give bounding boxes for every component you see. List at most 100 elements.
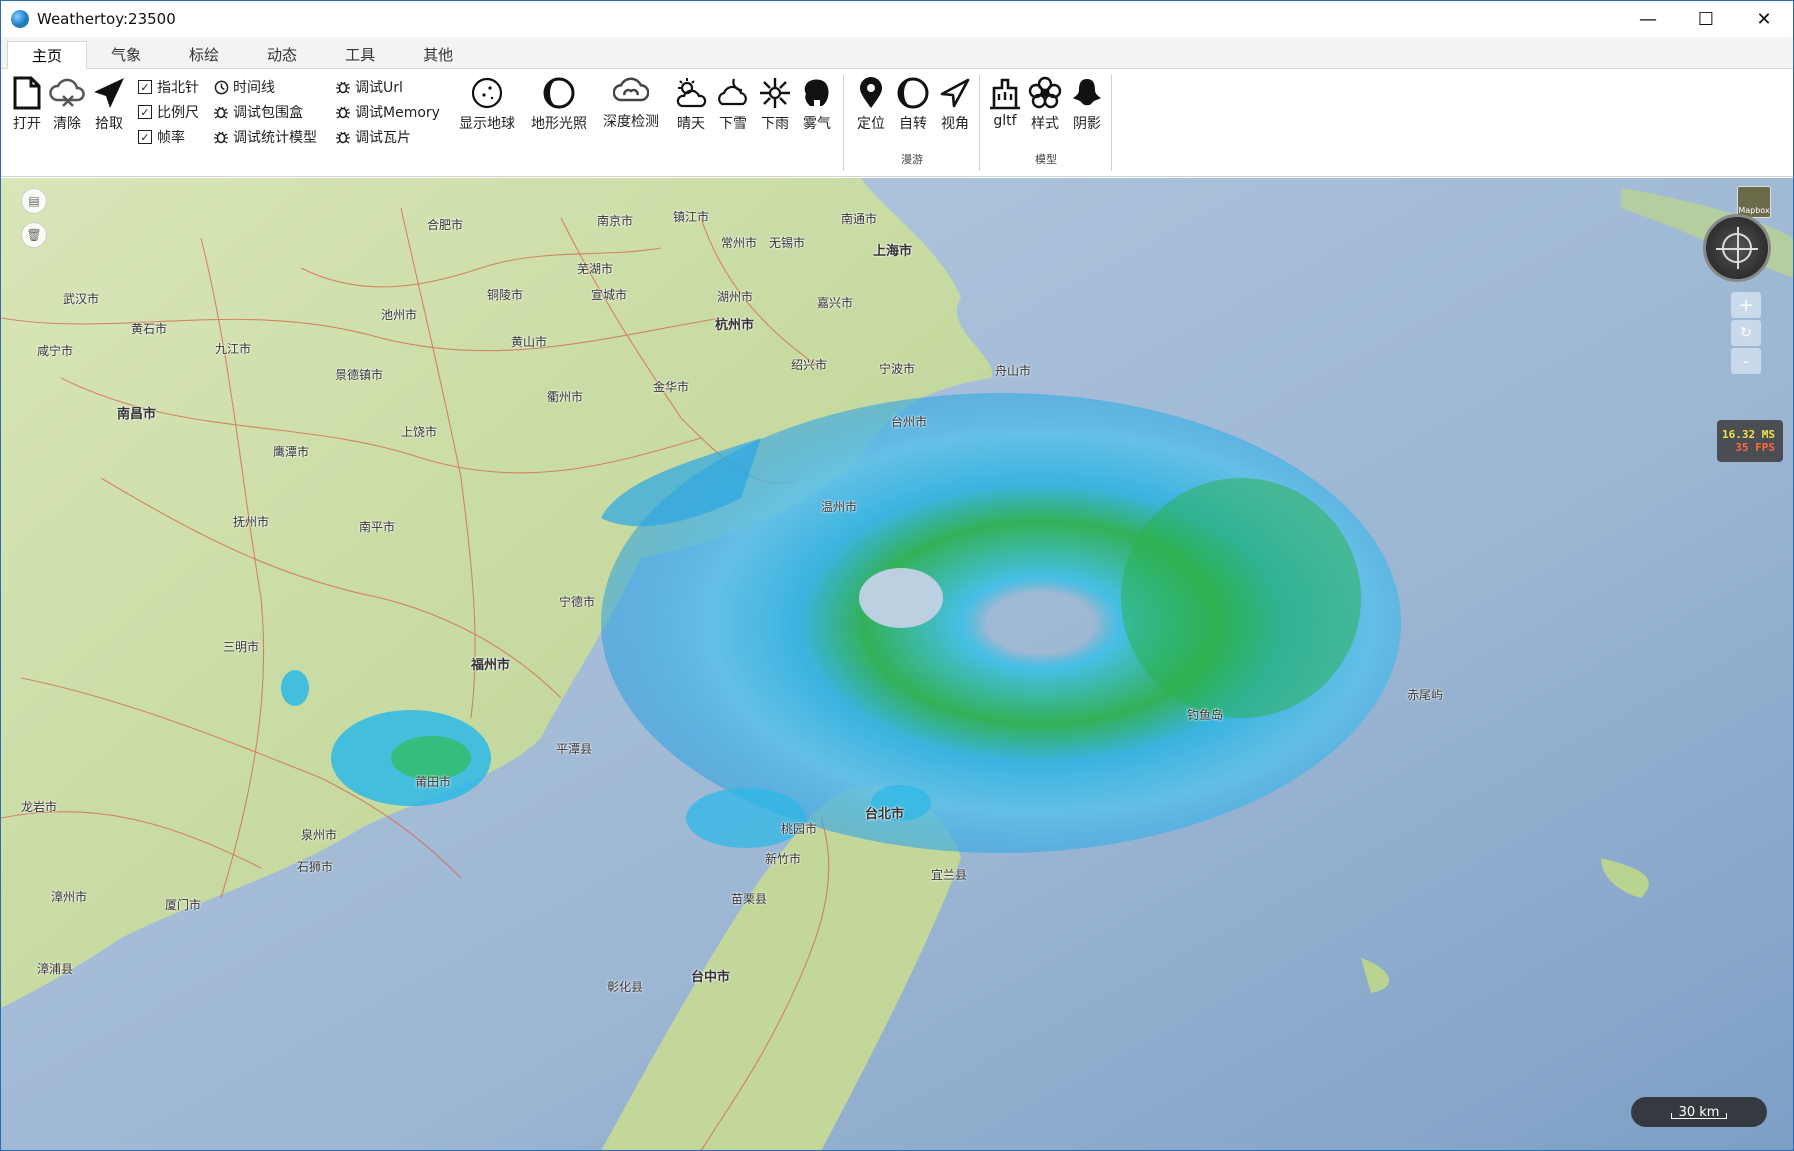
city-label: 钓鱼岛 — [1187, 708, 1224, 722]
gltf-button[interactable]: gltf — [987, 75, 1023, 129]
trash-icon: 🗑 — [26, 228, 42, 242]
city-label: 抚州市 — [233, 515, 270, 529]
city-label: 合肥市 — [427, 218, 464, 232]
tab-dynamic[interactable]: 动态 — [243, 40, 321, 68]
autorotate-button[interactable]: 自转 — [895, 75, 931, 133]
group-separator — [979, 75, 980, 171]
debug-stats-toggle[interactable]: 调试统计模型 — [213, 127, 317, 147]
zoom-reset-button[interactable]: ↻ — [1731, 320, 1761, 346]
city-label: 彰化县 — [607, 980, 644, 994]
globe-viewport[interactable]: 南京市 合肥市 镇江市 南通市 常州市 上海市 无锡市 芜湖市 宣城市 湖州市 嘉兴市 铜陵市 池州市杭… — [1, 178, 1793, 1150]
city-label: 无锡市 — [769, 236, 806, 250]
sun-cloud-icon — [673, 75, 709, 111]
bug-icon — [335, 79, 351, 95]
zoom-out-button[interactable]: - — [1731, 348, 1761, 374]
bug-icon — [335, 104, 351, 120]
window-title: Weathertoy:23500 — [37, 10, 176, 28]
tab-home[interactable]: 主页 — [7, 41, 88, 69]
scale-checkbox[interactable]: ✓ 比例尺 — [137, 102, 199, 122]
navigation-compass[interactable] — [1703, 214, 1771, 282]
city-label: 龙岩市 — [21, 800, 58, 814]
terrain-light-button[interactable]: 地形光照 — [531, 75, 587, 133]
city-label: 平潭县 — [556, 742, 593, 756]
city-label: 黄山市 — [511, 335, 548, 349]
city-label: 九江市 — [215, 342, 252, 356]
minimize-button[interactable]: — — [1619, 1, 1677, 37]
checkbox-checked-icon: ✓ — [138, 130, 152, 144]
city-label: 鹰潭市 — [273, 445, 310, 459]
compass-checkbox[interactable]: ✓ 指北针 — [137, 77, 199, 97]
checkbox-checked-icon: ✓ — [138, 105, 152, 119]
shadow-button[interactable]: 阴影 — [1069, 75, 1105, 133]
sunny-button[interactable]: 晴天 — [673, 75, 709, 133]
globe-app-icon — [11, 10, 29, 28]
city-label: 赤尾屿 — [1407, 688, 1444, 702]
city-label: 嘉兴市 — [817, 296, 854, 310]
snow-button[interactable]: 下雪 — [715, 75, 751, 133]
city-label: 绍兴市 — [791, 358, 828, 372]
fog-button[interactable]: 雾气 — [799, 75, 835, 133]
roam-group-label: 漫游 — [901, 153, 923, 166]
zoom-in-button[interactable]: + — [1731, 292, 1761, 318]
city-label: 湖州市 — [717, 290, 754, 304]
city-label: 宣城市 — [591, 288, 628, 302]
city-label: 池州市 — [381, 308, 418, 322]
city-label: 武汉市 — [63, 292, 100, 306]
city-label: 苗栗县 — [731, 892, 768, 906]
tab-plot[interactable]: 标绘 — [165, 40, 243, 68]
city-label: 金华市 — [653, 380, 690, 394]
frame-time: 16.32 MS — [1722, 428, 1775, 441]
city-label: 厦门市 — [165, 898, 202, 912]
maximize-button[interactable]: ☐ — [1677, 1, 1735, 37]
open-button[interactable]: 打开 — [9, 75, 45, 133]
city-label: 芜湖市 — [577, 262, 614, 276]
city-label: 杭州市 — [715, 318, 755, 333]
base-layer-picker-button[interactable]: Mapbox — [1737, 186, 1771, 218]
rain-button[interactable]: 下雨 — [757, 75, 793, 133]
timeline-toggle[interactable]: 时间线 — [213, 77, 275, 97]
ghost-icon — [1069, 75, 1105, 111]
tab-weather[interactable]: 气象 — [87, 40, 165, 68]
cloud-clear-icon — [49, 75, 85, 111]
view-angle-button[interactable]: 视角 — [937, 75, 973, 133]
window-controls: — ☐ ✕ — [1619, 1, 1793, 37]
tab-other[interactable]: 其他 — [399, 40, 477, 68]
title-bar: Weathertoy:23500 — ☐ ✕ — [1, 1, 1793, 37]
show-globe-button[interactable]: 显示地球 — [459, 75, 515, 133]
city-label: 上饶市 — [401, 425, 438, 439]
document-tool-button[interactable]: ▤ — [21, 188, 47, 214]
building-icon — [987, 75, 1023, 111]
city-label: 宜兰县 — [931, 868, 968, 882]
ribbon-tabs: 主页 气象 标绘 动态 工具 其他 — [1, 37, 1793, 69]
framerate-checkbox[interactable]: ✓ 帧率 — [137, 127, 185, 147]
city-label: 镇江市 — [673, 210, 710, 224]
delete-tool-button[interactable]: 🗑 — [21, 222, 47, 248]
city-label: 南通市 — [841, 212, 878, 226]
debug-memory-toggle[interactable]: 调试Memory — [335, 102, 440, 122]
city-label: 舟山市 — [995, 364, 1032, 378]
debug-tile-toggle[interactable]: 调试瓦片 — [335, 127, 411, 147]
clock-icon — [213, 79, 229, 95]
cursor-arrow-icon — [91, 75, 127, 111]
city-label: 漳州市 — [51, 890, 88, 904]
city-label: 铜陵市 — [487, 288, 524, 302]
cloud-moon-icon — [715, 75, 751, 111]
depth-test-button[interactable]: 深度检测 — [603, 73, 659, 131]
city-label: 台北市 — [865, 807, 905, 822]
pick-button[interactable]: 拾取 — [91, 75, 127, 133]
city-label: 台中市 — [691, 970, 731, 985]
model-group-label: 模型 — [1035, 153, 1057, 166]
tab-tools[interactable]: 工具 — [321, 40, 399, 68]
clear-button[interactable]: 清除 — [49, 75, 85, 133]
fps-display: 16.32 MS 35 FPS — [1717, 420, 1783, 462]
debug-url-toggle[interactable]: 调试Url — [335, 77, 403, 97]
moon-icon — [541, 75, 577, 111]
debug-bbox-toggle[interactable]: 调试包围盒 — [213, 102, 303, 122]
snowflake-icon — [757, 75, 793, 111]
map-canvas — [1, 178, 1793, 1150]
city-label: 宁波市 — [879, 362, 916, 376]
locate-button[interactable]: 定位 — [853, 75, 889, 133]
city-label: 景德镇市 — [335, 368, 384, 382]
style-button[interactable]: 样式 — [1027, 75, 1063, 133]
close-button[interactable]: ✕ — [1735, 1, 1793, 37]
